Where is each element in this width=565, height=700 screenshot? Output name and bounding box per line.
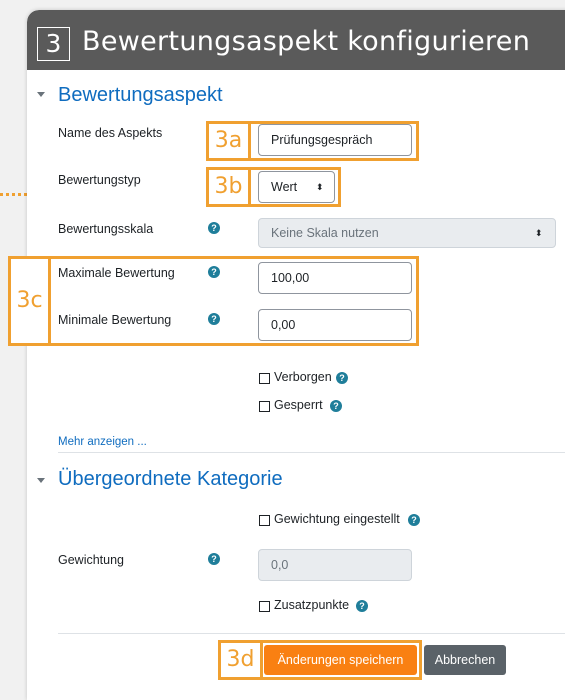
chevron-down-icon[interactable] xyxy=(37,92,45,97)
chevron-down-icon[interactable] xyxy=(37,478,45,483)
weight-adjusted-checkbox[interactable] xyxy=(259,515,270,526)
annotation-label-3c: 3c xyxy=(8,256,51,346)
annotation-label-3b: 3b xyxy=(206,167,251,207)
select-arrows-icon: ⬍ xyxy=(535,228,543,238)
annotation-label-3d: 3d xyxy=(218,640,263,680)
annotation-box-3a xyxy=(248,121,419,161)
dialog-title: Bewertungsaspekt konfigurieren xyxy=(82,26,531,57)
scale-select-value: Keine Skala nutzen xyxy=(271,226,379,240)
dialog-panel: 3 Bewertungsaspekt konfigurieren xyxy=(27,10,565,700)
hidden-checkbox[interactable] xyxy=(259,373,270,384)
question-circle-icon[interactable]: ? xyxy=(208,222,220,234)
question-circle-icon[interactable]: ? xyxy=(330,400,342,412)
section-divider xyxy=(58,452,565,453)
question-circle-icon[interactable]: ? xyxy=(356,600,368,612)
cancel-button[interactable]: Abbrechen xyxy=(424,645,506,675)
dialog-header: 3 Bewertungsaspekt konfigurieren xyxy=(27,10,565,70)
weight-adjusted-label: Gewichtung eingestellt xyxy=(274,512,400,526)
question-circle-icon[interactable]: ? xyxy=(336,372,348,384)
locked-checkbox[interactable] xyxy=(259,401,270,412)
name-label: Name des Aspekts xyxy=(58,126,163,140)
scale-select: Keine Skala nutzen ⬍ xyxy=(258,218,556,248)
hidden-label: Verborgen xyxy=(274,370,332,384)
extra-credit-label: Zusatzpunkte xyxy=(274,598,350,612)
scale-label: Bewertungsskala xyxy=(58,222,154,236)
extra-credit-checkbox[interactable] xyxy=(259,601,270,612)
locked-label: Gesperrt xyxy=(274,398,323,412)
step-number: 3 xyxy=(37,27,70,61)
type-label: Bewertungstyp xyxy=(58,173,141,187)
section-title-aspect[interactable]: Bewertungsaspekt xyxy=(58,84,223,107)
more-link[interactable]: Mehr anzeigen ... xyxy=(58,436,147,448)
annotation-box-3c xyxy=(48,256,419,346)
weight-label: Gewichtung xyxy=(58,553,125,567)
annotation-box-3d xyxy=(260,640,422,680)
annotation-label-3a: 3a xyxy=(206,121,251,161)
weight-input: 0,0 xyxy=(258,549,412,581)
question-circle-icon[interactable]: ? xyxy=(208,553,220,565)
footer-divider xyxy=(58,633,565,634)
section-title-parent[interactable]: Übergeordnete Kategorie xyxy=(58,468,283,491)
question-circle-icon[interactable]: ? xyxy=(408,514,420,526)
annotation-box-3b xyxy=(248,167,341,207)
